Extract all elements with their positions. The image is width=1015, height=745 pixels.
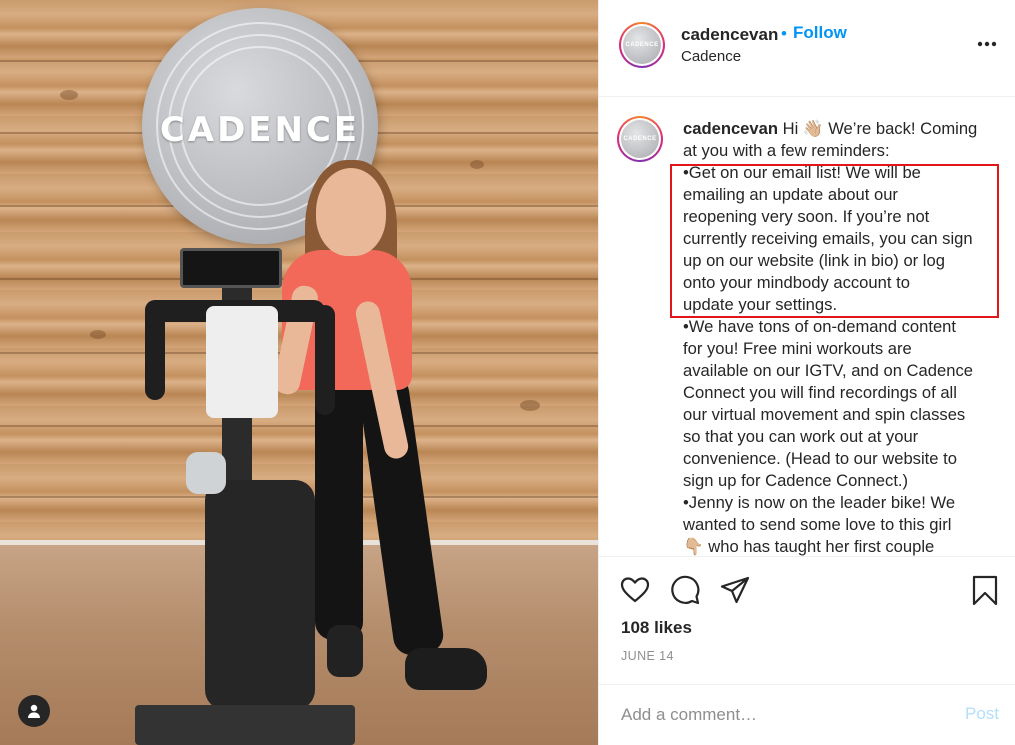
person-shoe	[405, 648, 487, 690]
caption-line: for you! Free mini workouts are	[683, 339, 912, 358]
bike-handlebar-grip	[145, 300, 165, 400]
sign-logo-text: CADENCE	[159, 110, 361, 150]
comment-bar: Post	[599, 684, 1015, 745]
post-side-panel: CADENCE cadencevan • Follow Cadence CADE…	[598, 0, 1015, 745]
bike-screen	[180, 248, 282, 288]
caption-line: •Get on our email list! We will be	[683, 163, 921, 182]
caption-line: at you with a few reminders:	[683, 141, 890, 160]
wood-knot	[90, 330, 106, 339]
bike-frame	[205, 480, 315, 710]
bike-base	[135, 705, 355, 745]
wood-plank-line	[0, 425, 598, 427]
bike-handlebar-grip	[315, 305, 335, 415]
post-photo[interactable]: CADENCE	[0, 0, 598, 745]
caption-line: sign up for Cadence Connect.)	[683, 471, 909, 490]
caption-line: 👇🏼 who has taught her first couple	[683, 537, 935, 556]
caption-line: up on our website (link in bio) or log	[683, 251, 945, 270]
follow-separator: •	[781, 24, 787, 43]
caption-line: emailing an update about our	[683, 185, 898, 204]
caption-line: wanted to send some love to this girl	[683, 515, 952, 534]
person-shoe	[327, 625, 363, 677]
caption-line: •We have tons of on-demand content	[683, 317, 957, 336]
post-header: CADENCE cadencevan • Follow Cadence	[599, 0, 1015, 97]
like-heart-icon	[620, 577, 650, 603]
follow-button[interactable]: Follow	[793, 23, 847, 43]
paper-plane-icon	[720, 576, 750, 604]
caption-line: available on our IGTV, and on Cadence	[683, 361, 973, 380]
caption-line: currently receiving emails, you can sign	[683, 229, 973, 248]
caption-line: convenience. (Head to our website to	[683, 449, 957, 468]
post-caption: cadencevan Hi 👋🏼 We’re back! Coming at y…	[683, 118, 995, 556]
person-head	[316, 168, 386, 256]
wood-knot	[470, 160, 484, 169]
water-bottle	[186, 452, 226, 494]
bookmark-icon[interactable]	[969, 574, 1001, 606]
wood-knot	[60, 90, 78, 100]
speech-bubble-icon	[671, 575, 700, 605]
heart-icon[interactable]	[619, 574, 651, 606]
post-actions: 108 likes JUNE 14 Post	[599, 556, 1015, 736]
header-username[interactable]: cadencevan	[681, 25, 778, 45]
post-date[interactable]: JUNE 14	[621, 649, 674, 663]
post-comment-button[interactable]: Post	[965, 704, 999, 724]
save-bookmark-icon	[972, 575, 998, 606]
avatar-logo: CADENCE	[623, 26, 661, 64]
wood-knot	[520, 400, 540, 411]
share-icon[interactable]	[719, 574, 751, 606]
caption-line: onto your mindbody account to	[683, 273, 910, 292]
caption-avatar[interactable]: CADENCE	[617, 116, 663, 162]
caption-scroll-area[interactable]: CADENCE cadencevan Hi 👋🏼 We’re back! Com…	[599, 98, 1015, 556]
caption-line: cadencevan Hi 👋🏼 We’re back! Coming	[683, 118, 995, 140]
tagged-user-icon[interactable]	[18, 695, 50, 727]
towel	[206, 306, 278, 418]
caption-text: Hi 👋🏼 We’re back! Coming	[782, 119, 978, 138]
comment-icon[interactable]	[669, 574, 701, 606]
caption-line: so that you can work out at your	[683, 427, 919, 446]
person-leg	[315, 380, 363, 640]
more-options-icon[interactable]	[977, 30, 997, 53]
user-silhouette-icon	[28, 704, 40, 718]
caption-line: update your settings.	[683, 295, 838, 314]
caption-line: our virtual movement and spin classes	[683, 405, 966, 424]
comment-input[interactable]	[621, 702, 921, 728]
caption-line: reopening very soon. If you’re not	[683, 207, 930, 226]
caption-username[interactable]: cadencevan	[683, 119, 778, 138]
profile-avatar[interactable]: CADENCE	[619, 22, 665, 68]
caption-line: Connect you will find recordings of all	[683, 383, 957, 402]
caption-line: •Jenny is now on the leader bike! We	[683, 493, 956, 512]
avatar-logo: CADENCE	[621, 120, 659, 158]
likes-count[interactable]: 108 likes	[621, 618, 692, 638]
location-link[interactable]: Cadence	[681, 48, 741, 65]
ellipsis-icon	[977, 41, 997, 47]
